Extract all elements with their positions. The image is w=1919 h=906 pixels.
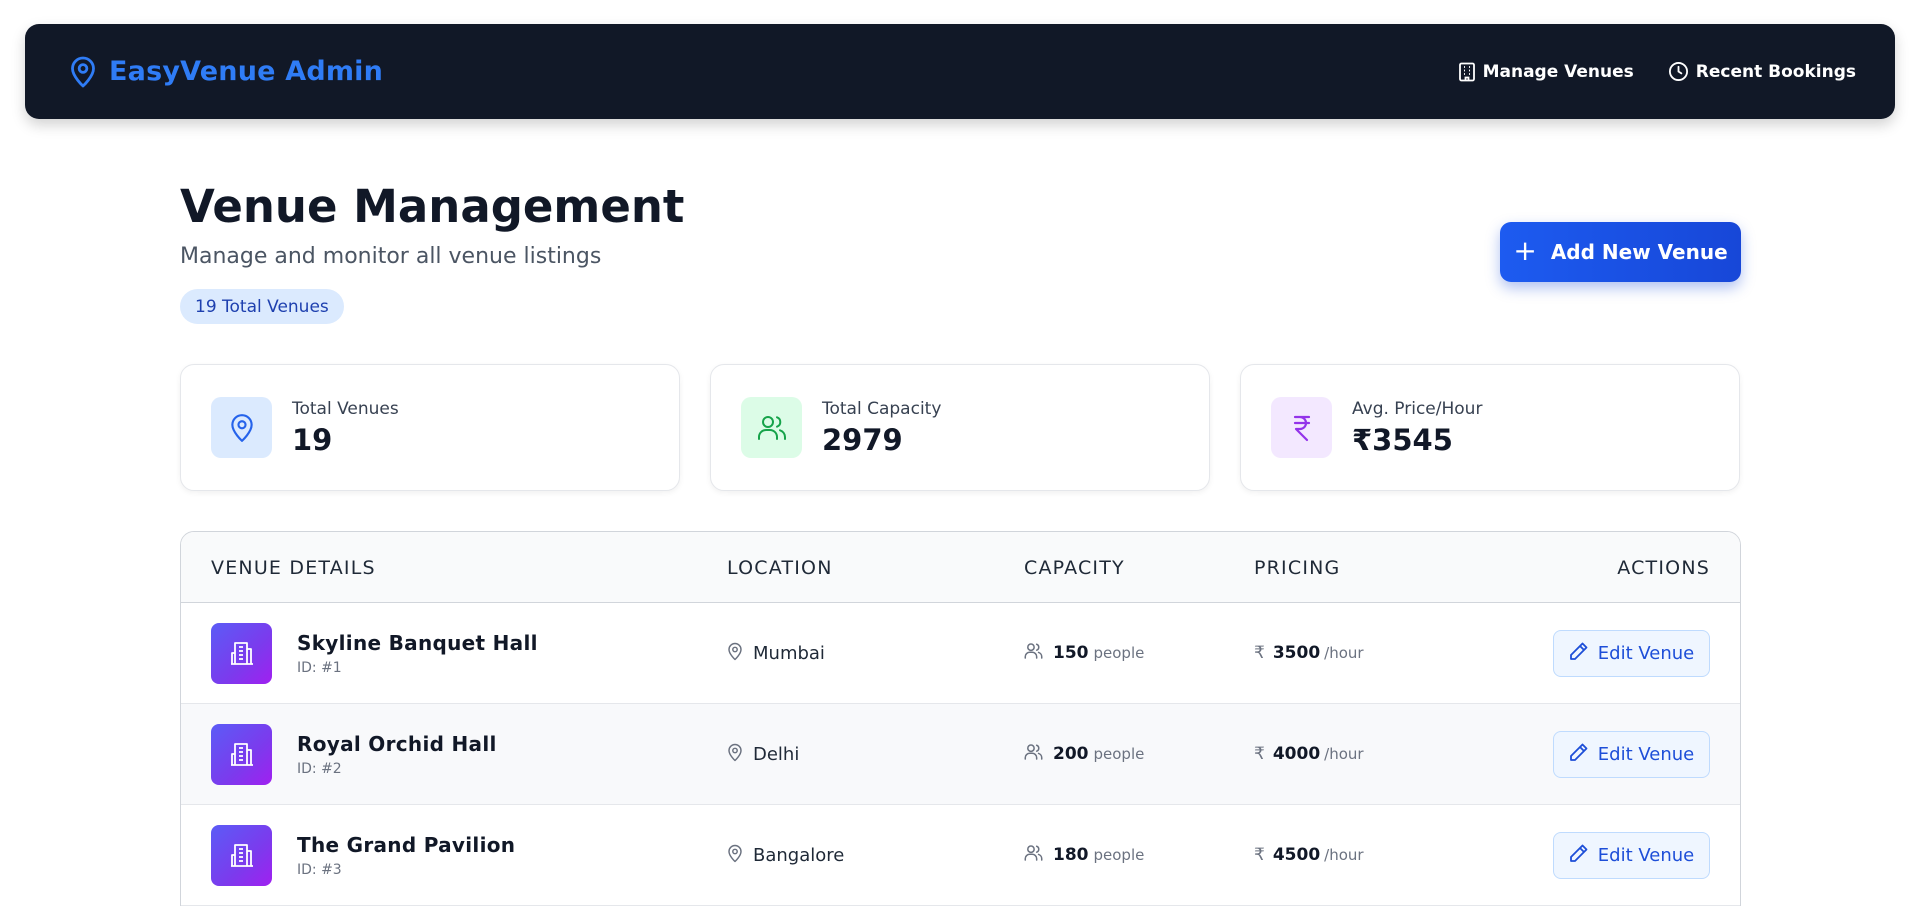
capacity-value: 200 <box>1053 744 1089 764</box>
users-icon <box>1024 642 1043 664</box>
capacity-cell: 200 people <box>1024 704 1144 804</box>
map-pin-icon <box>727 844 743 867</box>
stats-row: Total Venues 19 Total Capacity 2979 Avg.… <box>180 364 1741 491</box>
stat-value: 2979 <box>822 422 903 457</box>
pencil-icon <box>1569 742 1589 767</box>
stat-label: Total Capacity <box>822 398 942 419</box>
add-new-venue-button[interactable]: + Add New Venue <box>1500 222 1741 282</box>
venue-name: Royal Orchid Hall <box>297 731 497 756</box>
page-title: Venue Management <box>180 180 685 233</box>
table-row: Royal Orchid Hall ID: #2 Delhi 200 peopl… <box>181 704 1740 805</box>
venue-details-cell: The Grand Pavilion ID: #3 <box>211 805 515 905</box>
stat-card-total-capacity: Total Capacity 2979 <box>710 364 1210 491</box>
stat-value: 19 <box>292 422 333 457</box>
actions-cell: Edit Venue <box>1553 805 1710 905</box>
venues-table: VENUE DETAILS LOCATION CAPACITY PRICING … <box>180 531 1741 906</box>
page-subtitle: Manage and monitor all venue listings <box>180 244 602 269</box>
nav-recent-bookings[interactable]: Recent Bookings <box>1668 61 1856 82</box>
rupee-icon: ₹ <box>1254 744 1265 764</box>
capacity-value: 150 <box>1053 643 1089 663</box>
pencil-icon <box>1569 641 1589 666</box>
nav-manage-venues-label: Manage Venues <box>1482 61 1634 82</box>
nav-manage-venues[interactable]: Manage Venues <box>1458 61 1634 82</box>
capacity-cell: 180 people <box>1024 805 1144 905</box>
col-venue-details: VENUE DETAILS <box>211 556 376 579</box>
edit-venue-label: Edit Venue <box>1597 743 1695 765</box>
col-actions: ACTIONS <box>1617 556 1710 579</box>
rupee-icon <box>1271 397 1332 458</box>
brand[interactable]: EasyVenue Admin <box>69 55 383 89</box>
price-value: 4000 <box>1272 744 1321 764</box>
location-text: Delhi <box>753 743 800 765</box>
venue-id: ID: #3 <box>297 861 342 878</box>
top-navbar: EasyVenue Admin Manage Venues Recent Boo… <box>25 24 1895 119</box>
nav-recent-bookings-label: Recent Bookings <box>1695 61 1856 82</box>
price-value: 3500 <box>1272 643 1321 663</box>
map-pin-icon <box>727 642 743 665</box>
map-pin-icon <box>69 55 99 89</box>
map-pin-icon <box>727 743 743 766</box>
col-capacity: CAPACITY <box>1024 556 1125 579</box>
rupee-icon: ₹ <box>1254 643 1265 663</box>
table-row: Skyline Banquet Hall ID: #1 Mumbai 150 p… <box>181 603 1740 704</box>
pricing-cell: ₹ 4500 /hour <box>1254 805 1364 905</box>
add-new-venue-label: Add New Venue <box>1550 240 1728 264</box>
users-icon <box>1024 743 1043 765</box>
pricing-cell: ₹ 4000 /hour <box>1254 704 1364 804</box>
brand-title: EasyVenue Admin <box>109 56 384 87</box>
map-pin-icon <box>211 397 272 458</box>
location-cell: Delhi <box>727 704 799 804</box>
capacity-value: 180 <box>1053 845 1089 865</box>
price-unit: /hour <box>1324 644 1364 662</box>
table-header: VENUE DETAILS LOCATION CAPACITY PRICING … <box>181 532 1740 603</box>
venue-details-cell: Skyline Banquet Hall ID: #1 <box>211 603 538 703</box>
users-icon <box>1024 844 1043 866</box>
rupee-icon: ₹ <box>1254 845 1265 865</box>
venue-name: The Grand Pavilion <box>297 832 516 857</box>
capacity-unit: people <box>1093 745 1145 763</box>
total-venues-badge: 19 Total Venues <box>180 289 344 324</box>
price-value: 4500 <box>1272 845 1321 865</box>
venue-id: ID: #2 <box>297 760 342 777</box>
price-unit: /hour <box>1324 745 1364 763</box>
venue-details-cell: Royal Orchid Hall ID: #2 <box>211 704 497 804</box>
plus-icon: + <box>1513 233 1537 267</box>
pencil-icon <box>1569 843 1589 868</box>
users-icon <box>741 397 802 458</box>
venue-name: Skyline Banquet Hall <box>297 630 538 655</box>
building-icon <box>211 622 272 684</box>
capacity-cell: 150 people <box>1024 603 1144 703</box>
stat-label: Total Venues <box>292 398 399 419</box>
actions-cell: Edit Venue <box>1553 704 1710 804</box>
location-cell: Bangalore <box>727 805 844 905</box>
stat-card-total-venues: Total Venues 19 <box>180 364 680 491</box>
location-text: Mumbai <box>753 642 825 664</box>
stat-card-avg-price: Avg. Price/Hour ₹3545 <box>1240 364 1740 491</box>
pricing-cell: ₹ 3500 /hour <box>1254 603 1364 703</box>
capacity-unit: people <box>1093 846 1145 864</box>
nav-links: Manage Venues Recent Bookings <box>1458 61 1856 82</box>
edit-venue-button[interactable]: Edit Venue <box>1553 730 1710 778</box>
location-cell: Mumbai <box>727 603 825 703</box>
edit-venue-button[interactable]: Edit Venue <box>1553 831 1710 879</box>
stat-label: Avg. Price/Hour <box>1352 398 1483 419</box>
col-location: LOCATION <box>727 556 833 579</box>
edit-venue-label: Edit Venue <box>1597 844 1695 866</box>
capacity-unit: people <box>1093 644 1145 662</box>
building-icon <box>211 824 272 886</box>
col-pricing: PRICING <box>1254 556 1341 579</box>
edit-venue-button[interactable]: Edit Venue <box>1553 629 1710 677</box>
table-row: The Grand Pavilion ID: #3 Bangalore 180 … <box>181 805 1740 906</box>
building-icon <box>211 723 272 785</box>
location-text: Bangalore <box>753 844 845 866</box>
edit-venue-label: Edit Venue <box>1597 642 1695 664</box>
stat-value: ₹3545 <box>1352 422 1453 457</box>
building-icon <box>1458 62 1476 82</box>
price-unit: /hour <box>1324 846 1364 864</box>
clock-icon <box>1668 61 1689 82</box>
venue-id: ID: #1 <box>297 659 342 676</box>
actions-cell: Edit Venue <box>1553 603 1710 703</box>
